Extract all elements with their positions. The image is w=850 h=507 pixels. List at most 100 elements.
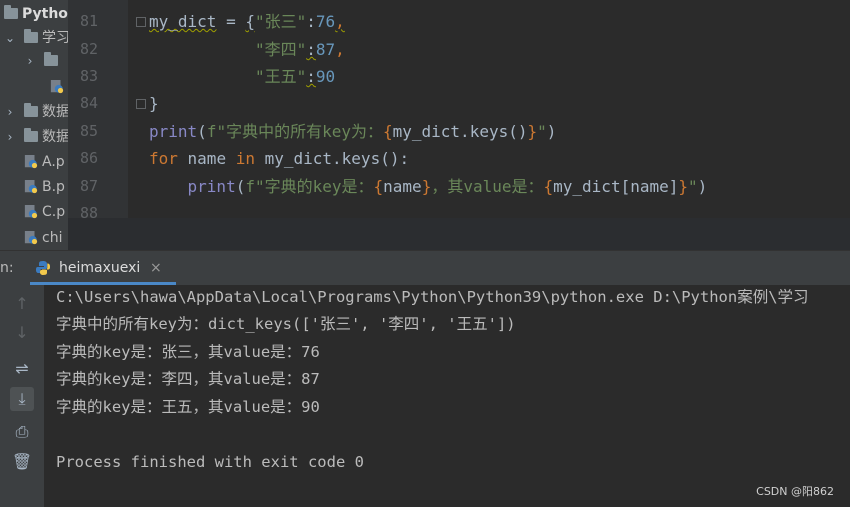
line-number: 81 bbox=[79, 12, 98, 30]
code-token: for bbox=[149, 149, 178, 168]
code-line: "李四":87, bbox=[149, 36, 345, 63]
tree-item-label: Pytho bbox=[22, 6, 68, 22]
python-file-icon bbox=[24, 180, 38, 194]
console-output-line: C:\Users\hawa\AppData\Local\Programs\Pyt… bbox=[56, 288, 809, 306]
tree-item-label: A.p bbox=[42, 154, 65, 170]
code-token: name bbox=[177, 149, 236, 168]
line-number: 86 bbox=[79, 149, 98, 167]
code-token: name bbox=[383, 177, 422, 196]
tree-item-label: C.p bbox=[42, 204, 66, 220]
line-number: 88 bbox=[79, 204, 98, 218]
python-file-icon bbox=[24, 205, 38, 219]
code-line: } bbox=[149, 90, 159, 117]
python-file-icon bbox=[36, 261, 50, 275]
code-token: "王五" bbox=[254, 67, 307, 86]
code-token: my_dict.keys(): bbox=[254, 149, 410, 168]
code-token: { bbox=[382, 122, 393, 141]
code-token: " bbox=[688, 177, 698, 196]
close-icon[interactable]: × bbox=[150, 251, 162, 285]
chevron-right-icon[interactable]: › bbox=[4, 101, 16, 123]
code-token: my_dict bbox=[149, 12, 217, 31]
tree-item[interactable]: › 数据 bbox=[0, 101, 68, 123]
scroll-to-end-icon[interactable]: ⤓ bbox=[10, 387, 34, 411]
tree-item[interactable]: B.p bbox=[0, 176, 68, 198]
tree-item[interactable]: ⌄ 学习 bbox=[0, 27, 68, 49]
tree-item[interactable]: › bbox=[0, 50, 68, 72]
code-token: : bbox=[306, 40, 316, 59]
code-token: ，其value是： bbox=[431, 177, 544, 196]
code-token: my_dict.keys() bbox=[392, 122, 528, 141]
code-line: "王五":90 bbox=[149, 63, 335, 90]
folder-icon bbox=[24, 128, 38, 142]
code-token: ( bbox=[235, 177, 246, 196]
tree-item[interactable] bbox=[0, 76, 68, 98]
folder-icon bbox=[4, 5, 18, 19]
run-tool-header: n: heimaxuexi × bbox=[0, 250, 850, 286]
tree-item[interactable]: A.p bbox=[0, 151, 68, 173]
tab-label: heimaxuexi bbox=[59, 260, 141, 276]
tree-item[interactable]: › 数据 bbox=[0, 126, 68, 148]
watermark: CSDN @阳862 bbox=[756, 485, 834, 498]
folder-icon bbox=[44, 52, 58, 66]
code-token: "李四" bbox=[254, 40, 307, 59]
project-tree: Pytho ⌄ 学习 › › 数据 › 数据 A.p B.p C.p chi bbox=[0, 0, 68, 250]
arrow-down-icon[interactable]: ↓ bbox=[10, 321, 34, 345]
tree-item[interactable]: chi bbox=[0, 227, 68, 249]
line-number: 83 bbox=[79, 67, 98, 85]
code-token: { bbox=[245, 12, 255, 31]
fold-marker-icon[interactable] bbox=[136, 17, 146, 27]
soft-wrap-icon[interactable]: ⇌ bbox=[10, 357, 34, 381]
code-token: } bbox=[421, 177, 432, 196]
run-label: n: bbox=[0, 260, 14, 276]
line-number: 85 bbox=[79, 122, 98, 140]
line-number: 84 bbox=[79, 94, 98, 112]
tree-item[interactable]: C.p bbox=[0, 201, 68, 223]
code-token: { bbox=[543, 177, 554, 196]
code-token: = bbox=[216, 12, 246, 31]
editor-fold-gutter bbox=[128, 0, 142, 218]
console-output-line: Process finished with exit code 0 bbox=[56, 453, 364, 471]
python-file-icon bbox=[24, 231, 38, 245]
python-file-icon bbox=[24, 155, 38, 169]
code-token: my_dict[name] bbox=[553, 177, 679, 196]
code-token: , bbox=[335, 40, 345, 59]
code-token: 87 bbox=[315, 40, 336, 59]
code-token: } bbox=[149, 94, 159, 113]
tab-heimaxuexi[interactable]: heimaxuexi × bbox=[30, 251, 176, 285]
console-output-line: 字典的key是：王五，其value是：90 bbox=[56, 398, 320, 416]
tree-item-label: 学习 bbox=[42, 30, 68, 46]
code-line: print(f"字典中的所有key为：{my_dict.keys()}") bbox=[149, 118, 556, 145]
console-output-line: 字典中的所有key为：dict_keys(['张三', '李四', '王五']) bbox=[56, 315, 516, 333]
tree-item-label: B.p bbox=[42, 179, 65, 195]
code-token: ) bbox=[697, 177, 708, 196]
chevron-down-icon[interactable]: ⌄ bbox=[4, 27, 16, 49]
python-file-icon bbox=[50, 80, 64, 94]
chevron-right-icon[interactable]: › bbox=[4, 126, 16, 148]
code-token: : bbox=[306, 12, 316, 31]
line-number: 82 bbox=[79, 40, 98, 58]
code-token: } bbox=[678, 177, 689, 196]
code-token: } bbox=[527, 122, 538, 141]
fold-marker-icon[interactable] bbox=[136, 99, 146, 109]
code-token: 76 bbox=[315, 12, 336, 31]
line-number: 87 bbox=[79, 177, 98, 195]
code-token: f"字典的key是： bbox=[245, 177, 374, 196]
code-token: print bbox=[149, 122, 198, 141]
code-line: my_dict = {"张三":76, bbox=[149, 8, 345, 35]
chevron-right-icon[interactable]: › bbox=[24, 50, 36, 72]
code-token: in bbox=[235, 149, 255, 168]
trash-icon[interactable]: 🗑 bbox=[10, 450, 34, 474]
code-token: f"字典中的所有key为： bbox=[206, 122, 383, 141]
code-token: " bbox=[537, 122, 547, 141]
tree-item[interactable]: Pytho bbox=[0, 3, 68, 25]
code-token: , bbox=[335, 12, 345, 31]
print-icon[interactable]: ⎙ bbox=[10, 420, 34, 444]
arrow-up-icon[interactable]: ↑ bbox=[10, 292, 34, 316]
console-output-line: 字典的key是：李四，其value是：87 bbox=[56, 370, 320, 388]
code-token: { bbox=[373, 177, 384, 196]
code-token: ( bbox=[197, 122, 207, 141]
folder-icon bbox=[24, 103, 38, 117]
